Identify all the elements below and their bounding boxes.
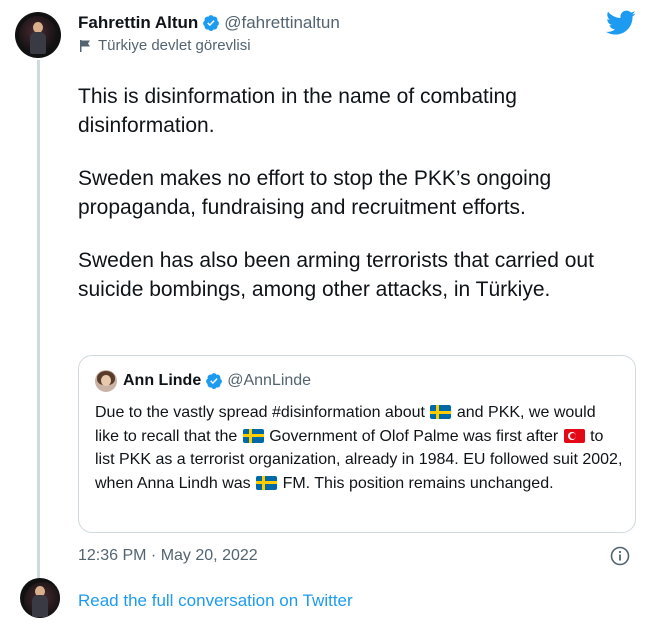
verified-badge-icon (206, 373, 223, 389)
avatar-figure-body (32, 595, 48, 617)
flag-icon (80, 39, 90, 52)
sweden-flag-icon (242, 428, 264, 443)
turkey-flag-icon (563, 428, 585, 443)
author-display-name[interactable]: Fahrettin Altun (78, 13, 198, 33)
info-icon[interactable] (610, 546, 630, 566)
quoted-author-name: Ann Linde (123, 372, 202, 389)
tweet-header: Fahrettin Altun @fahrettinaltun Türkiye … (78, 12, 340, 54)
quoted-tweet[interactable]: Ann Linde @AnnLinde Due to the vastly sp… (78, 355, 636, 533)
quoted-text-part: Government of Olof Palme was first after (269, 427, 559, 445)
thread-line (37, 60, 40, 580)
quoted-author-handle: @AnnLinde (227, 372, 312, 389)
twitter-bird-icon[interactable] (606, 10, 636, 36)
author-name-row[interactable]: Fahrettin Altun @fahrettinaltun (78, 12, 340, 34)
quoted-text-part: Due to the vastly spread #disinformation… (95, 404, 425, 421)
author-handle[interactable]: @fahrettinaltun (224, 13, 340, 33)
government-label-text: Türkiye devlet görevlisi (98, 37, 251, 54)
quoted-avatar-face (101, 375, 111, 386)
tweet-paragraph: Sweden makes no effort to stop the PKK’s… (78, 167, 552, 219)
verified-badge-icon (203, 15, 220, 31)
sweden-flag-icon (256, 475, 278, 490)
tweet-paragraph: Sweden has also been arming terrorists t… (78, 249, 594, 301)
tweet-body: This is disinformation in the name of co… (78, 82, 633, 328)
tweet-paragraph: This is disinformation in the name of co… (78, 85, 517, 137)
avatar-figure-body (30, 32, 46, 54)
tweet-timestamp[interactable]: 12:36 PM · May 20, 2022 (78, 547, 258, 565)
author-avatar-small[interactable] (20, 578, 60, 618)
embedded-tweet-card: Fahrettin Altun @fahrettinaltun Türkiye … (0, 0, 650, 625)
quoted-author-avatar (95, 370, 117, 392)
sweden-flag-icon (430, 405, 452, 419)
quoted-tweet-text: Due to the vastly spread #disinformation… (95, 401, 623, 495)
government-label: Türkiye devlet görevlisi (78, 37, 340, 54)
author-avatar[interactable] (15, 12, 61, 58)
quoted-tweet-header: Ann Linde @AnnLinde (95, 370, 619, 392)
read-full-conversation-link[interactable]: Read the full conversation on Twitter (78, 591, 353, 611)
quoted-text-part: FM. This position remains unchanged. (282, 474, 554, 492)
